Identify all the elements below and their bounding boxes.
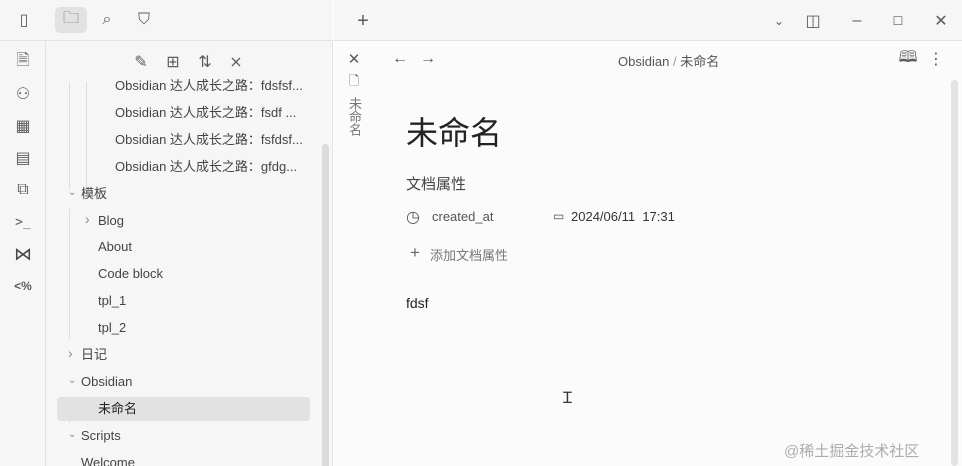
- watermark: @稀土掘金技术社区: [784, 443, 920, 460]
- calendar-icon[interactable]: ▤: [10, 145, 36, 171]
- more-options-icon[interactable]: ⋮: [923, 46, 949, 72]
- chevron-right-icon[interactable]: ›: [85, 211, 90, 227]
- indent-guide: [69, 82, 70, 189]
- file-explorer: ✎ ⊞ ⇅ ⨯ Obsidian 达人成长之路：fdsfsf... Obsidia…: [46, 41, 333, 466]
- file-item[interactable]: Obsidian 达人成长之路：fdsfsf...: [115, 74, 303, 98]
- right-sidebar-toggle-icon[interactable]: ◫: [800, 8, 826, 34]
- plus-icon: +: [410, 243, 420, 262]
- forward-arrow-icon[interactable]: →: [415, 46, 441, 72]
- file-item[interactable]: About: [98, 235, 132, 259]
- sidebar-scrollbar[interactable]: [322, 144, 329, 466]
- file-item[interactable]: Obsidian 达人成长之路：fsdf ...: [115, 101, 296, 125]
- text-cursor-icon: Ɪ: [563, 390, 572, 407]
- file-item[interactable]: Code block: [98, 262, 163, 286]
- new-note-icon[interactable]: ✎: [128, 49, 154, 75]
- folder-icon[interactable]: 🗀: [55, 7, 87, 33]
- terminal-label: >_: [15, 214, 31, 230]
- reading-view-icon[interactable]: 🕮: [895, 46, 921, 72]
- templater-label: <%: [14, 279, 32, 293]
- canvas-icon[interactable]: ▦: [10, 113, 36, 139]
- file-item[interactable]: Welcome: [81, 451, 135, 466]
- main-pane: + ⌄ ◫ – ☐ ✕ ✕ 🗋 未命名 ← → Obsidian / 未命名 🕮…: [334, 0, 962, 466]
- search-file-icon[interactable]: 🗎: [10, 49, 36, 75]
- breadcrumb-file[interactable]: 未命名: [680, 54, 719, 69]
- close-window-icon[interactable]: ✕: [928, 8, 954, 34]
- chevron-down-icon[interactable]: ⌄: [68, 375, 76, 386]
- file-item[interactable]: Obsidian 达人成长之路：gfdg...: [115, 155, 297, 179]
- indent-guide: [86, 82, 87, 189]
- clock-icon: ◷: [406, 209, 420, 226]
- graph-icon[interactable]: ⚇: [10, 81, 36, 107]
- copy-icon[interactable]: ⧉: [10, 177, 36, 203]
- bookmark-icon[interactable]: ⛉: [131, 7, 157, 33]
- sidebar-toggle-icon[interactable]: ▯: [11, 7, 37, 33]
- calendar-small-icon: ▭: [553, 209, 565, 223]
- file-icon: 🗋: [348, 73, 360, 88]
- file-item[interactable]: tpl_1: [98, 289, 126, 313]
- chevron-down-icon[interactable]: ⌄: [68, 429, 76, 440]
- file-item[interactable]: Obsidian 达人成长之路：fsfdsf...: [115, 128, 303, 152]
- sort-icon[interactable]: ⇅: [192, 49, 218, 75]
- property-key[interactable]: created_at: [432, 209, 493, 224]
- minimize-icon[interactable]: –: [844, 8, 870, 34]
- folder-item[interactable]: 模板: [81, 182, 107, 206]
- vscode-icon[interactable]: ⋈: [10, 241, 36, 267]
- folder-item[interactable]: Blog: [98, 209, 124, 233]
- folder-item[interactable]: Obsidian: [81, 370, 132, 394]
- properties-heading[interactable]: 文档属性: [406, 173, 466, 194]
- chevron-down-icon[interactable]: ⌄: [68, 187, 76, 198]
- file-item[interactable]: tpl_2: [98, 316, 126, 340]
- breadcrumb-separator: /: [672, 54, 677, 69]
- note-body[interactable]: fdsf: [406, 295, 429, 311]
- selected-row-highlight: [57, 396, 310, 421]
- left-topbar: ▯ 🗀 ⌕ ⛉: [0, 0, 333, 41]
- tab-bar: + ⌄ ◫ – ☐ ✕: [334, 0, 962, 41]
- close-tab-icon[interactable]: ✕: [341, 46, 367, 72]
- file-item[interactable]: 未命名: [98, 397, 137, 421]
- indent-guide: [69, 209, 70, 339]
- chevron-right-icon[interactable]: ›: [68, 345, 73, 361]
- breadcrumb: Obsidian / 未命名: [618, 51, 719, 70]
- breadcrumb-folder[interactable]: Obsidian: [618, 54, 669, 69]
- vertical-tab-title[interactable]: 未命名: [347, 97, 362, 136]
- ribbon: 🗎 ⚇ ▦ ▤ ⧉ >_ ⋈ <%: [0, 41, 46, 466]
- folder-item[interactable]: 日记: [81, 343, 107, 367]
- new-folder-icon[interactable]: ⊞: [160, 49, 186, 75]
- back-arrow-icon[interactable]: ←: [387, 46, 413, 72]
- collapse-all-icon[interactable]: ⨯: [223, 49, 249, 75]
- add-property-button[interactable]: 添加文档属性: [430, 245, 508, 264]
- templater-icon[interactable]: <%: [10, 273, 36, 299]
- maximize-icon[interactable]: ☐: [885, 8, 911, 34]
- tab-list-chevron-icon[interactable]: ⌄: [766, 8, 792, 34]
- new-tab-label: +: [357, 9, 369, 32]
- search-icon[interactable]: ⌕: [94, 7, 120, 33]
- terminal-icon[interactable]: >_: [10, 209, 36, 235]
- note-title[interactable]: 未命名: [406, 108, 502, 154]
- folder-item[interactable]: Scripts: [81, 424, 121, 448]
- new-tab-button[interactable]: +: [350, 8, 376, 34]
- property-value[interactable]: 2024/06/11 17:31: [571, 209, 675, 224]
- editor-scrollbar[interactable]: [951, 80, 958, 466]
